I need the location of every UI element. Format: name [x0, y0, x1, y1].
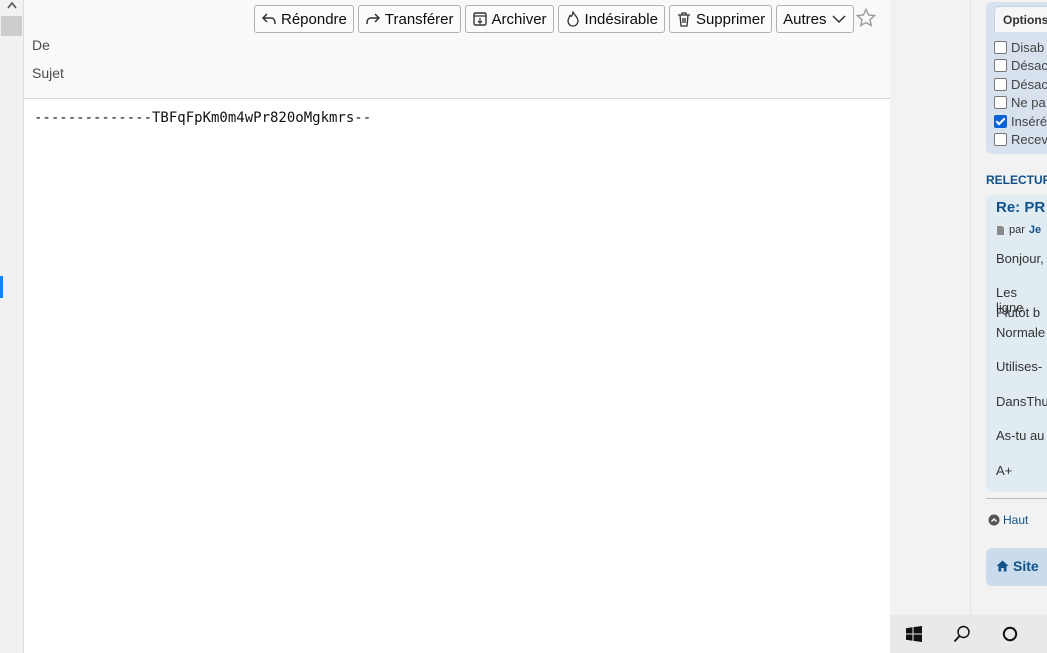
message-pane: Répondre Transférer Archiver Indésirable… [24, 0, 890, 653]
star-icon[interactable] [856, 8, 876, 28]
reply-icon [261, 13, 276, 25]
option-item[interactable]: Désac [994, 75, 1047, 94]
post-text-line: Plutôt b [996, 305, 1041, 320]
post-text-line: As-tu au [996, 428, 1045, 443]
tab-options[interactable]: Options [994, 6, 1047, 32]
message-body-text: --------------TBFqFpKm0m4wPr820oMgkmrs-- [34, 110, 372, 126]
option-checkbox[interactable] [994, 77, 1007, 91]
post-text-line: Bonjour, [996, 251, 1044, 266]
subject-label: Sujet [32, 65, 64, 81]
junk-button[interactable]: Indésirable [557, 5, 665, 33]
web-sidebar: Options Disab Désac Désac Ne pa Inséré R… [890, 0, 1047, 615]
option-label: Disab [1011, 39, 1045, 55]
search-button[interactable] [938, 615, 986, 653]
forward-button[interactable]: Transférer [357, 5, 461, 33]
scrollbar-thumb[interactable] [1, 16, 22, 36]
reply-label: Répondre [281, 10, 347, 28]
option-item[interactable]: Inséré [994, 112, 1047, 131]
scroll-up-arrow-icon[interactable] [6, 0, 18, 12]
option-item[interactable]: Ne pa [994, 94, 1047, 113]
option-label: Désac [1011, 76, 1047, 92]
divider [986, 498, 1047, 499]
message-toolbar: Répondre Transférer Archiver Indésirable… [254, 4, 854, 34]
chevron-up-circle-icon [988, 514, 1000, 526]
flame-icon [566, 11, 579, 27]
forward-label: Transférer [384, 10, 454, 28]
option-checkbox[interactable] [994, 133, 1007, 147]
cortana-circle-icon [1002, 626, 1018, 642]
post-meta-prefix: par [1009, 224, 1025, 236]
from-label: De [32, 37, 50, 53]
option-checkbox-checked[interactable] [994, 114, 1007, 128]
cortana-button[interactable] [986, 615, 1034, 653]
post-text-line: Normale [996, 325, 1046, 340]
option-checkbox[interactable] [994, 96, 1007, 110]
delete-button[interactable]: Supprimer [668, 5, 773, 33]
options-list: Disab Désac Désac Ne pa Inséré Recev [994, 38, 1047, 149]
delete-label: Supprimer [695, 10, 766, 28]
option-label: Inséré [1011, 113, 1047, 129]
more-button[interactable]: Autres [776, 5, 854, 33]
search-icon [953, 625, 970, 643]
option-checkbox[interactable] [994, 59, 1007, 73]
start-button[interactable] [890, 615, 938, 653]
home-icon [996, 560, 1009, 572]
back-to-top-label: Haut [1003, 513, 1029, 527]
site-link[interactable]: Site [996, 558, 1039, 574]
post-author-link[interactable]: Je [1029, 224, 1041, 236]
more-label: Autres [783, 10, 827, 28]
option-item[interactable]: Désac [994, 57, 1047, 76]
archive-icon [472, 12, 487, 26]
back-to-top-link[interactable]: Haut [988, 513, 1028, 527]
post-meta: par Je [996, 224, 1041, 236]
post-text-line: A+ [996, 463, 1013, 478]
junk-label: Indésirable [584, 10, 658, 28]
left-scrollbar[interactable] [0, 0, 24, 653]
selection-marker [0, 276, 3, 298]
chevron-down-icon [831, 15, 846, 24]
option-checkbox[interactable] [994, 40, 1007, 54]
post-text-line: DansThu [996, 394, 1047, 409]
trash-icon [677, 12, 690, 27]
message-header: Répondre Transférer Archiver Indésirable… [24, 0, 890, 99]
document-icon [997, 225, 1004, 235]
archive-button[interactable]: Archiver [464, 5, 554, 33]
divider [970, 0, 971, 615]
option-item[interactable]: Disab [994, 38, 1047, 57]
reply-button[interactable]: Répondre [254, 5, 354, 33]
archive-label: Archiver [491, 10, 547, 28]
option-label: Recev [1011, 132, 1047, 148]
taskbar [890, 615, 1047, 653]
site-label: Site [1013, 558, 1039, 574]
forward-icon [366, 13, 380, 25]
post-title[interactable]: Re: PR [996, 199, 1045, 216]
option-item[interactable]: Recev [994, 131, 1047, 150]
post-box [986, 195, 1047, 492]
windows-logo-icon [906, 626, 922, 642]
post-text-line: Utilises- [996, 359, 1043, 374]
option-label: Désac [1011, 58, 1047, 74]
section-title[interactable]: RELECTUR [986, 173, 1047, 187]
option-label: Ne pa [1011, 95, 1046, 111]
